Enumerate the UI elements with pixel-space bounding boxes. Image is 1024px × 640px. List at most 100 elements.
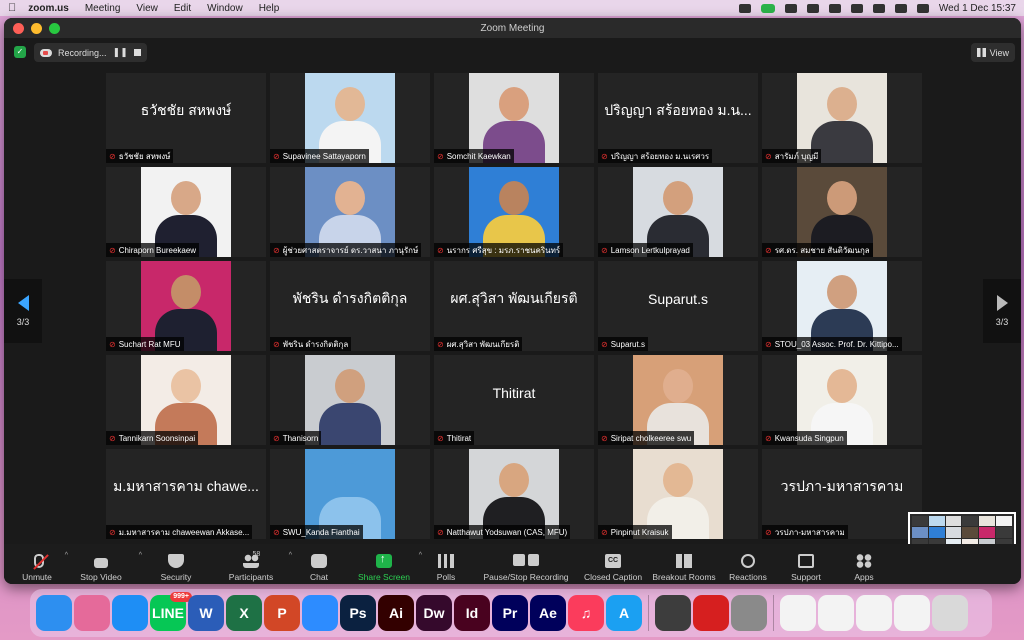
stop-video-button[interactable]: Stop Video ^ xyxy=(64,546,142,582)
muted-mic-icon: ⊘ xyxy=(765,433,772,443)
dock-powerpoint-icon[interactable]: P xyxy=(264,595,300,631)
dock-dreamweaver-icon[interactable]: Dw xyxy=(416,595,452,631)
participant-tile[interactable]: ธวัชชัย สหพงษ์ ⊘ ธวัชชัย สหพงษ์ xyxy=(106,73,266,163)
dock-music-icon[interactable]: ♫ xyxy=(568,595,604,631)
participant-tile[interactable]: ⊘ นรากร ศรีสุข : มรภ.ราชนครินทร์ xyxy=(434,167,594,257)
line-status-icon[interactable] xyxy=(760,3,775,13)
dock-quicktime-icon[interactable] xyxy=(655,595,691,631)
muted-mic-icon: ⊘ xyxy=(601,433,608,443)
dock-acrobat-icon[interactable] xyxy=(693,595,729,631)
participant-tile[interactable]: ⊘ Suchart Rat MFU xyxy=(106,261,266,351)
dock-preferences-icon[interactable] xyxy=(731,595,767,631)
input-source-icon[interactable] xyxy=(850,3,863,13)
reactions-button[interactable]: Reactions xyxy=(720,546,776,582)
menu-app-name[interactable]: zoom.us xyxy=(28,3,69,14)
dock-line-icon[interactable]: LINE 999+ xyxy=(150,592,192,631)
menu-item-window[interactable]: Window xyxy=(207,3,243,14)
menu-item-help[interactable]: Help xyxy=(259,3,280,14)
dock-zoom-icon[interactable] xyxy=(302,595,338,631)
chat-button[interactable]: Chat xyxy=(288,546,350,582)
participant-tile[interactable]: ⊘ รศ.ดร. สมชาย สันติวัฒนกุล xyxy=(762,167,922,257)
breakout-rooms-button[interactable]: Breakout Rooms xyxy=(648,546,720,582)
breakout-rooms-label: Breakout Rooms xyxy=(652,572,716,582)
siri-icon[interactable] xyxy=(916,3,929,13)
dock-doc2-icon[interactable] xyxy=(818,595,854,631)
muted-mic-icon: ⊘ xyxy=(437,151,444,161)
apple-menu-icon[interactable]:  xyxy=(8,2,16,14)
participant-tile[interactable]: ⊘ Thanisorn xyxy=(270,355,430,445)
menu-item-meeting[interactable]: Meeting xyxy=(85,3,121,14)
search-icon[interactable] xyxy=(872,3,885,13)
polls-label: Polls xyxy=(436,572,456,582)
polls-button[interactable]: Polls xyxy=(418,546,474,582)
zoom-status-icon[interactable] xyxy=(738,3,751,13)
menu-bar-clock[interactable]: Wed 1 Dec 15:37 xyxy=(939,3,1016,14)
control-center-icon[interactable] xyxy=(894,3,907,13)
dock-appstore-icon[interactable]: A xyxy=(606,595,642,631)
dock-safari-icon[interactable] xyxy=(112,595,148,631)
dock-doc1-icon[interactable] xyxy=(780,595,816,631)
dock-doc4-icon[interactable] xyxy=(894,595,930,631)
participant-tile[interactable]: ปริญญา สร้อยทอง ม.น... ⊘ ปริญญา สร้อยทอง ม… xyxy=(598,73,758,163)
view-label: View xyxy=(989,47,1009,58)
participant-tile[interactable]: ⊘ Somchit Kaewkan xyxy=(434,73,594,163)
dock-illustrator-icon[interactable]: Ai xyxy=(378,595,414,631)
participant-tile[interactable]: ⊘ SWU_Kanda Fianthai xyxy=(270,449,430,539)
sync-status-icon[interactable] xyxy=(784,3,797,13)
pause-stop-recording-button[interactable]: Pause/Stop Recording xyxy=(474,546,578,582)
participant-tile[interactable]: ผศ.สุวิสา พัฒนเกียรติ ⊘ ผศ.สุวิสา พัฒนเกีย… xyxy=(434,261,594,351)
participant-tile[interactable]: ม.มหาสารคาม chawe... ⊘ ม.มหาสารคาม chaweew… xyxy=(106,449,266,539)
participant-name-label: ⊘ STOU_03 Assoc. Prof. Dr. Kittipo... xyxy=(762,337,902,351)
participant-tile[interactable]: ⊘ Siripat cholkeeree swu xyxy=(598,355,758,445)
window-titlebar[interactable]: Zoom Meeting xyxy=(4,18,1021,38)
dock-trash-icon[interactable] xyxy=(932,595,968,631)
participants-count: 58 xyxy=(252,551,261,558)
stop-recording-icon[interactable] xyxy=(133,49,141,56)
battery-icon[interactable] xyxy=(806,3,819,13)
participant-tile[interactable]: ⊘ สารัมภ์ บุญมี xyxy=(762,73,922,163)
participant-tile[interactable]: พัชริน ดำรงกิตติกุล ⊘ พัชริน ดำรงกิตติกุล xyxy=(270,261,430,351)
encryption-shield-icon[interactable]: ✓ xyxy=(14,46,26,58)
apps-grid-icon xyxy=(856,554,872,568)
dock-word-icon[interactable]: W xyxy=(188,595,224,631)
thumbnail-tile xyxy=(945,527,962,538)
unmute-button[interactable]: Unmute ^ xyxy=(10,546,68,582)
participant-tile[interactable]: Suparut.s ⊘ Suparut.s xyxy=(598,261,758,351)
participant-tile[interactable]: ⊘ ผู้ช่วยศาสตราจารย์ ดร.วาสนา ภานุรักษ์ xyxy=(270,167,430,257)
participant-name: STOU_03 Assoc. Prof. Dr. Kittipo... xyxy=(774,339,899,349)
participant-tile[interactable]: วรปภา-มหาสารคาม ⊘ วรปภา-มหาสารคาม xyxy=(762,449,922,539)
view-button[interactable]: View xyxy=(970,43,1015,62)
support-button[interactable]: Support xyxy=(776,546,836,582)
pause-recording-icon[interactable]: ❚❚ xyxy=(113,47,128,58)
dock-doc3-icon[interactable] xyxy=(856,595,892,631)
previous-page-button[interactable]: 3/3 xyxy=(4,279,42,343)
dock-finder-icon[interactable] xyxy=(36,595,72,631)
participant-tile[interactable]: Thitirat ⊘ Thitirat xyxy=(434,355,594,445)
share-screen-button[interactable]: Share Screen ^ xyxy=(350,546,422,582)
participant-tile[interactable]: ⊘ Lamson Lertkulprayad xyxy=(598,167,758,257)
participant-name-label: ⊘ ผศ.สุวิสา พัฒนเกียรติ xyxy=(434,337,523,351)
participant-tile[interactable]: ⊘ Tannikarn Soonsinpai xyxy=(106,355,266,445)
menu-item-edit[interactable]: Edit xyxy=(174,3,191,14)
wifi-icon[interactable] xyxy=(828,3,841,13)
participant-tile[interactable]: ⊘ Kwansuda Singpun xyxy=(762,355,922,445)
dock-launchpad-icon[interactable] xyxy=(74,595,110,631)
participant-name: Kwansuda Singpun xyxy=(774,433,844,443)
closed-caption-button[interactable]: CC Closed Caption xyxy=(578,546,648,582)
participant-tile[interactable]: ⊘ Pinpinut Kraisuk xyxy=(598,449,758,539)
participant-tile[interactable]: ⊘ Supavinee Sattayaporn xyxy=(270,73,430,163)
dock-aftereffects-icon[interactable]: Ae xyxy=(530,595,566,631)
participant-tile[interactable]: ⊘ Natthawut Yodsuwan (CAS, MFU) xyxy=(434,449,594,539)
participant-tile[interactable]: ⊘ STOU_03 Assoc. Prof. Dr. Kittipo... xyxy=(762,261,922,351)
dock-photoshop-icon[interactable]: Ps xyxy=(340,595,376,631)
dock-premiere-icon[interactable]: Pr xyxy=(492,595,528,631)
dock-excel-icon[interactable]: X xyxy=(226,595,262,631)
participant-face xyxy=(663,369,693,403)
dock-indesign-icon[interactable]: Id xyxy=(454,595,490,631)
menu-item-view[interactable]: View xyxy=(136,3,158,14)
apps-button[interactable]: Apps xyxy=(836,546,892,582)
participant-tile[interactable]: ⊘ Chiraporn Bureekaew xyxy=(106,167,266,257)
security-button[interactable]: Security xyxy=(138,546,214,582)
next-page-button[interactable]: 3/3 xyxy=(983,279,1021,343)
participants-button[interactable]: 58 Participants ^ xyxy=(214,546,292,582)
